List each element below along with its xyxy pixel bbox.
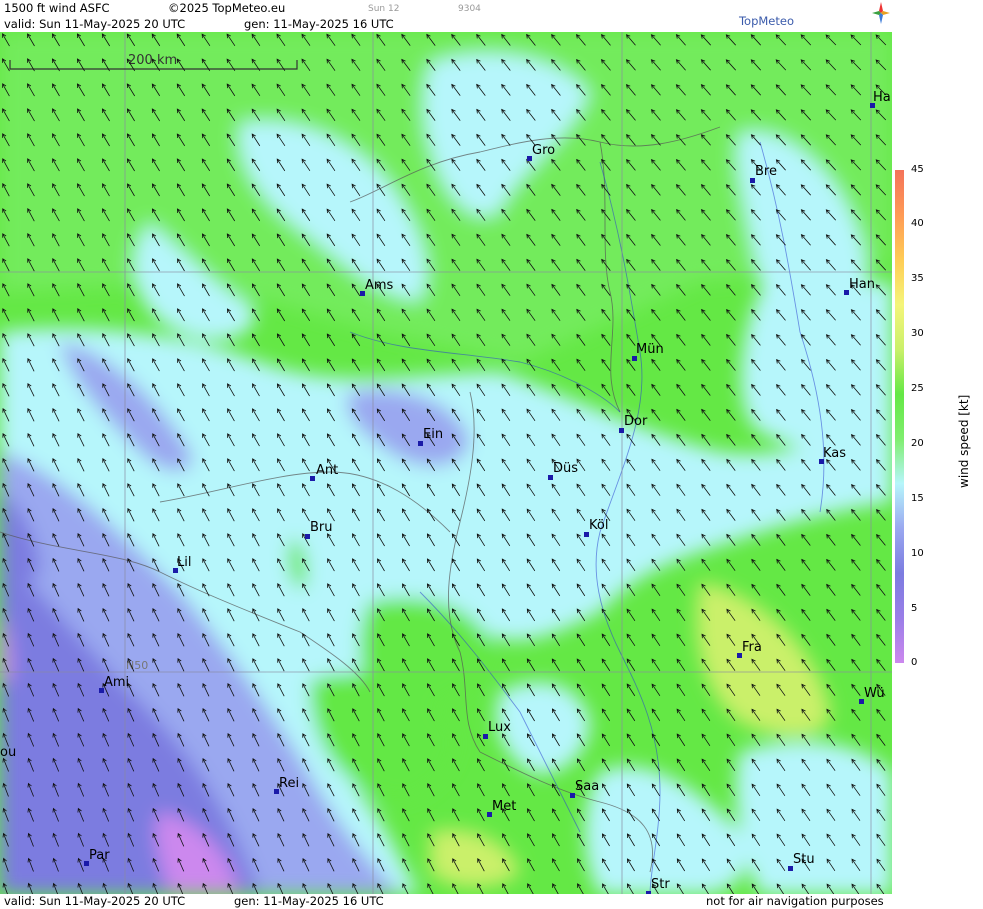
disclaimer: not for air navigation purposes: [706, 894, 884, 908]
city-label: Wü: [864, 686, 885, 701]
legend-tick: 0: [911, 657, 918, 668]
legend-tick: 5: [911, 603, 918, 614]
footer-valid-time: valid: Sun 11-May-2025 20 UTC: [4, 894, 186, 908]
legend-tick: 45: [911, 164, 924, 175]
city-label: Par: [89, 848, 110, 863]
legend-tick: 20: [911, 438, 924, 449]
city-label: Köl: [589, 518, 609, 533]
city-label: Lux: [488, 720, 511, 735]
city-label: Dor: [624, 414, 648, 429]
city-label: Ams: [365, 278, 394, 293]
legend-tick: 30: [911, 328, 924, 339]
legend-tick: 35: [911, 273, 924, 284]
legend-title: wind speed [kt]: [957, 394, 971, 488]
legend-tick: 40: [911, 218, 924, 229]
legend-tick: 10: [911, 548, 924, 559]
city-label: Fra: [742, 640, 762, 655]
city-label: Rei: [279, 776, 300, 791]
city-label: Düs: [553, 461, 579, 476]
city-layer: Ha Gro Bre Ams Han Mün Ein Dor Kas Ant D…: [0, 0, 892, 896]
city-label: Ant: [316, 463, 339, 478]
city-dot: [310, 476, 315, 481]
city-label: Lil: [177, 555, 192, 570]
city-label: Mün: [636, 342, 664, 357]
city-label: Ein: [423, 427, 444, 442]
legend-color-bar: [895, 170, 904, 663]
city-label: Gro: [532, 143, 556, 158]
city-label: Str: [651, 877, 670, 892]
city-label: Bre: [755, 164, 777, 179]
city-label: Met: [492, 799, 517, 814]
footer: valid: Sun 11-May-2025 20 UTC gen: 11-Ma…: [0, 894, 892, 909]
legend-tick: 25: [911, 383, 924, 394]
city-label: Han: [849, 277, 875, 292]
city-label: ou: [0, 745, 17, 760]
city-label: Ami: [104, 675, 130, 690]
legend: 45 40 35 30 25 20 15 10 5 0 wind speed […: [893, 0, 983, 909]
city-label: Ha: [873, 90, 891, 105]
city-label: Stu: [793, 852, 815, 867]
city-label: Bru: [310, 520, 333, 535]
legend-tick: 15: [911, 493, 924, 504]
footer-gen-time: gen: 11-May-2025 16 UTC: [234, 894, 384, 908]
city-label: Saa: [575, 779, 600, 794]
city-label: Kas: [823, 446, 847, 461]
